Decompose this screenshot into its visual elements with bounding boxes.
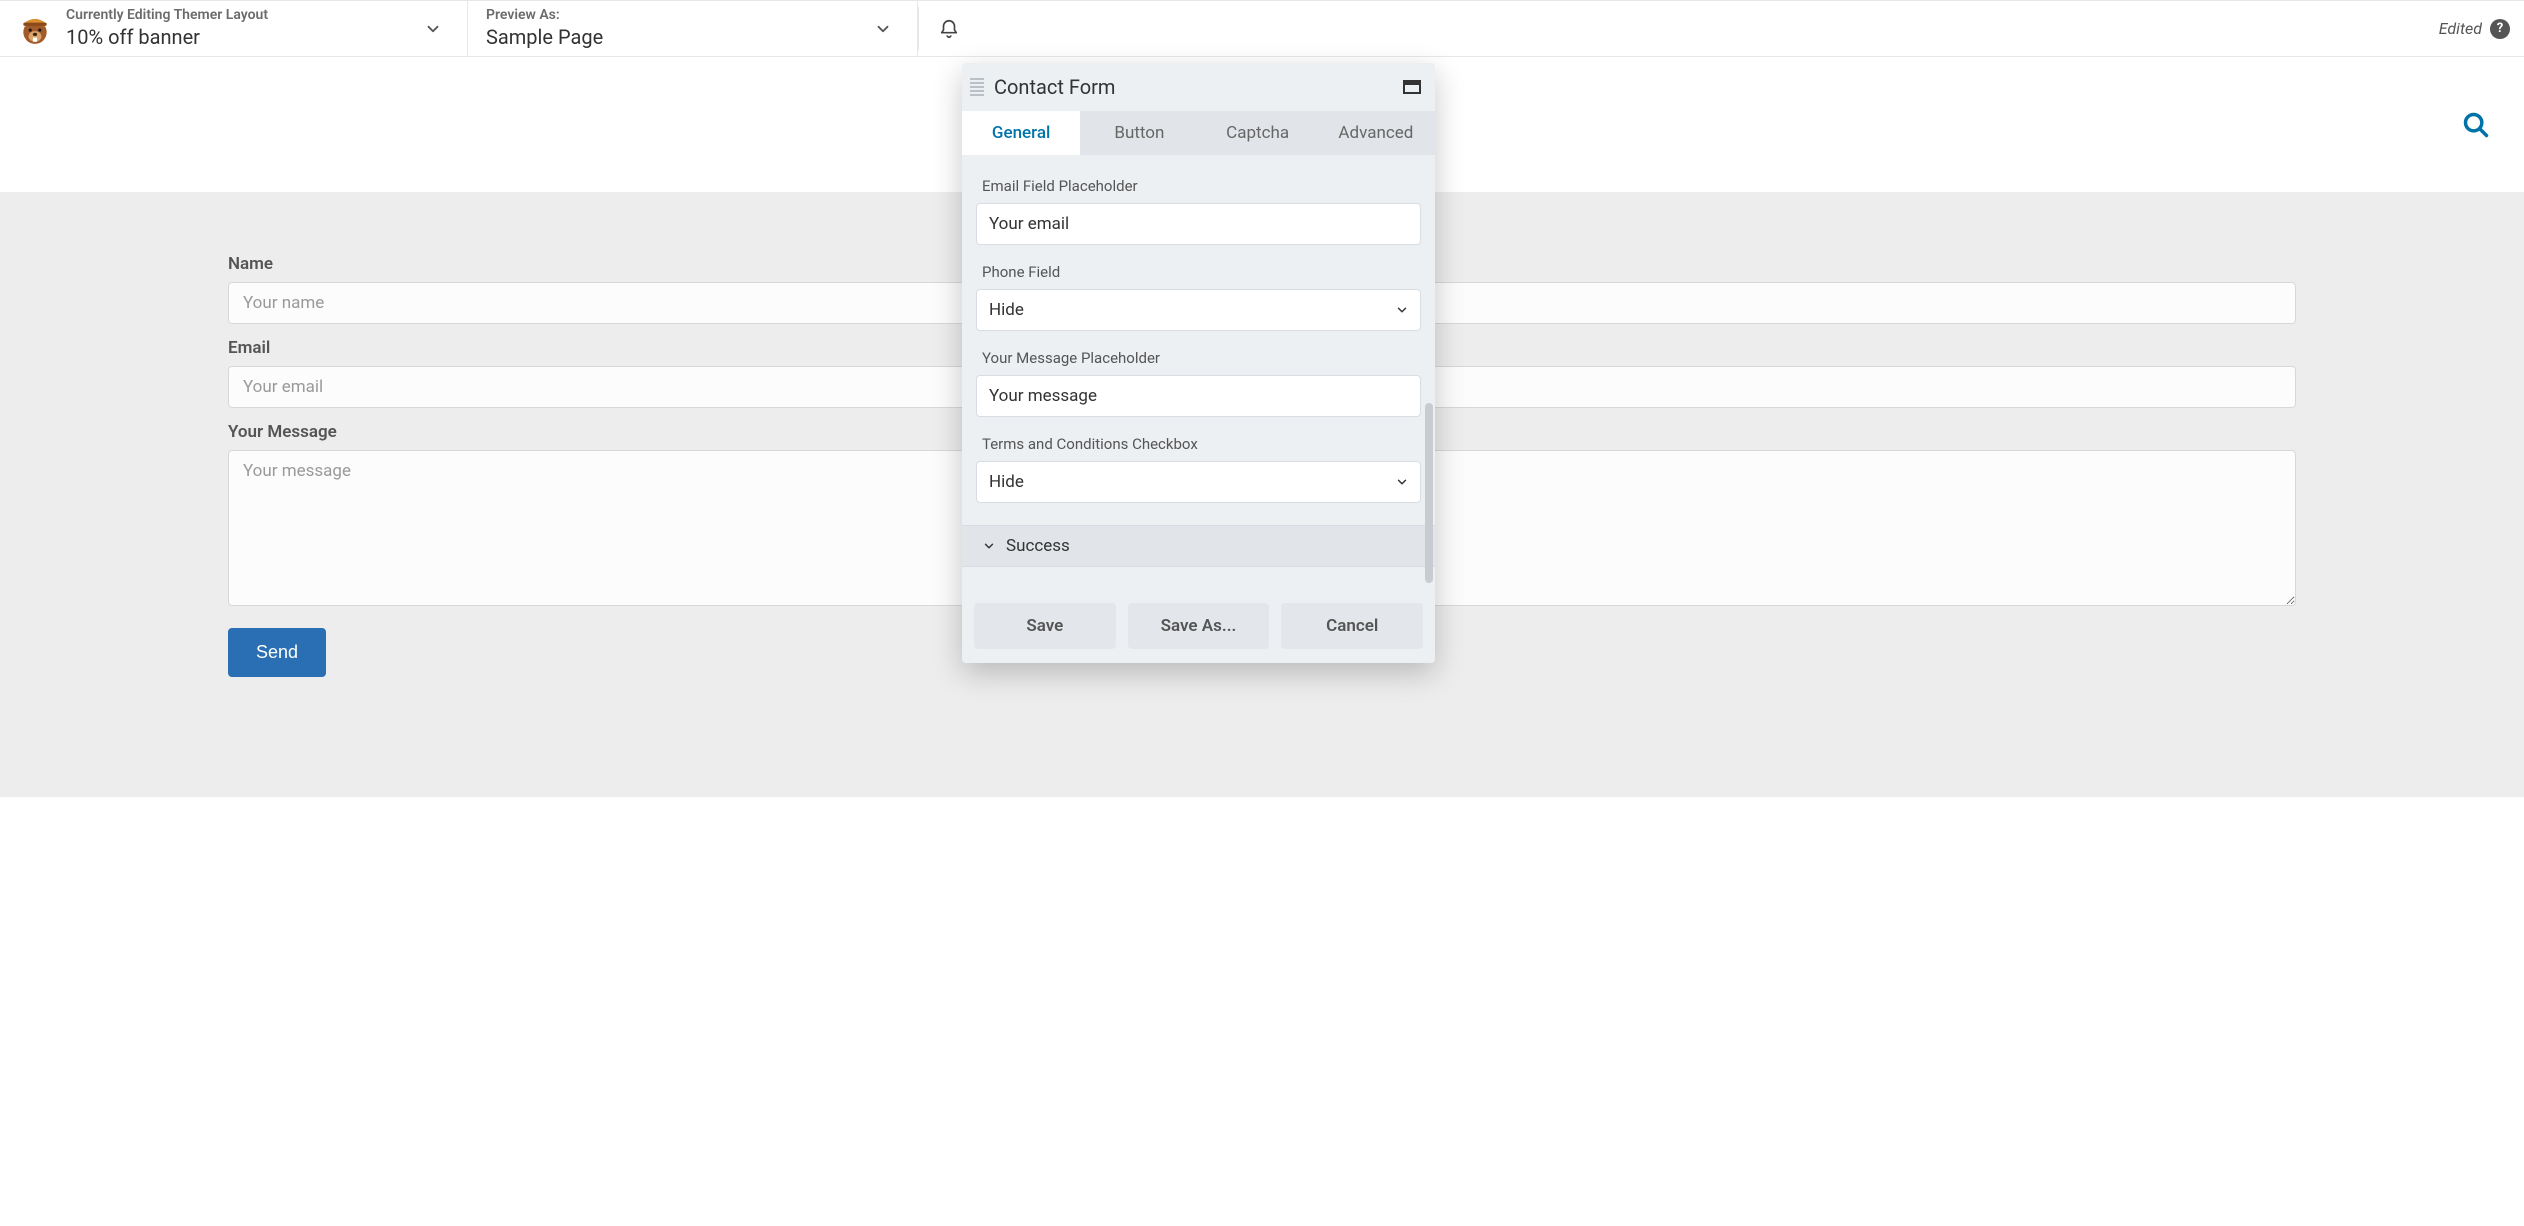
panel-tabs: General Button Captcha Advanced <box>962 111 1435 155</box>
tab-button[interactable]: Button <box>1080 111 1198 155</box>
chevron-down-icon <box>874 20 892 38</box>
preview-as-info: Preview As: Sample Page <box>486 7 603 50</box>
message-placeholder-label: Your Message Placeholder <box>982 349 1415 367</box>
message-placeholder-input[interactable] <box>976 375 1421 417</box>
save-as-button[interactable]: Save As... <box>1128 603 1270 649</box>
success-accordion[interactable]: Success <box>962 525 1435 567</box>
editing-layout-info: Currently Editing Themer Layout 10% off … <box>66 7 268 50</box>
tab-captcha[interactable]: Captcha <box>1199 111 1317 155</box>
send-button[interactable]: Send <box>228 628 326 677</box>
top-bar: Currently Editing Themer Layout 10% off … <box>0 0 2524 57</box>
cancel-button[interactable]: Cancel <box>1281 603 1423 649</box>
scrollbar-thumb[interactable] <box>1425 403 1433 583</box>
search-icon <box>2462 111 2490 139</box>
phone-field-select[interactable]: Hide <box>976 289 1421 331</box>
window-icon[interactable] <box>1403 80 1421 94</box>
notifications-button[interactable] <box>937 13 961 45</box>
module-settings-panel: Contact Form General Button Captcha Adva… <box>962 63 1435 663</box>
bell-icon <box>938 18 960 40</box>
email-placeholder-label: Email Field Placeholder <box>982 177 1415 195</box>
terms-checkbox-label: Terms and Conditions Checkbox <box>982 435 1415 453</box>
terms-checkbox-select[interactable]: Hide <box>976 461 1421 503</box>
help-icon[interactable]: ? <box>2490 19 2510 39</box>
success-accordion-label: Success <box>1006 536 1070 556</box>
editing-title: 10% off banner <box>66 24 268 50</box>
tab-advanced[interactable]: Advanced <box>1317 111 1435 155</box>
chevron-down-icon <box>424 20 442 38</box>
save-button[interactable]: Save <box>974 603 1116 649</box>
panel-header: Contact Form <box>962 63 1435 111</box>
panel-footer: Save Save As... Cancel <box>962 593 1435 663</box>
topbar-status-area: Edited ? <box>979 1 2524 56</box>
notifications-cell <box>919 1 979 56</box>
preview-as-dropdown[interactable] <box>867 13 899 45</box>
preview-title: Sample Page <box>486 24 603 50</box>
panel-body: Email Field Placeholder Phone Field Hide… <box>962 155 1435 593</box>
edit-status: Edited <box>2439 19 2482 38</box>
search-button[interactable] <box>2462 107 2498 143</box>
phone-field-label: Phone Field <box>982 263 1415 281</box>
panel-title: Contact Form <box>994 75 1403 99</box>
tab-general[interactable]: General <box>962 111 1080 155</box>
chevron-down-icon <box>982 539 996 553</box>
success-section-peek <box>976 583 1421 593</box>
email-placeholder-input[interactable] <box>976 203 1421 245</box>
editing-layout-switcher[interactable]: Currently Editing Themer Layout 10% off … <box>0 1 468 56</box>
beaver-logo-icon <box>18 12 52 46</box>
editing-eyebrow: Currently Editing Themer Layout <box>66 7 268 24</box>
editing-layout-dropdown[interactable] <box>417 13 449 45</box>
preview-as-switcher[interactable]: Preview As: Sample Page <box>468 1 918 56</box>
preview-eyebrow: Preview As: <box>486 7 603 24</box>
drag-handle-icon[interactable] <box>970 78 984 96</box>
